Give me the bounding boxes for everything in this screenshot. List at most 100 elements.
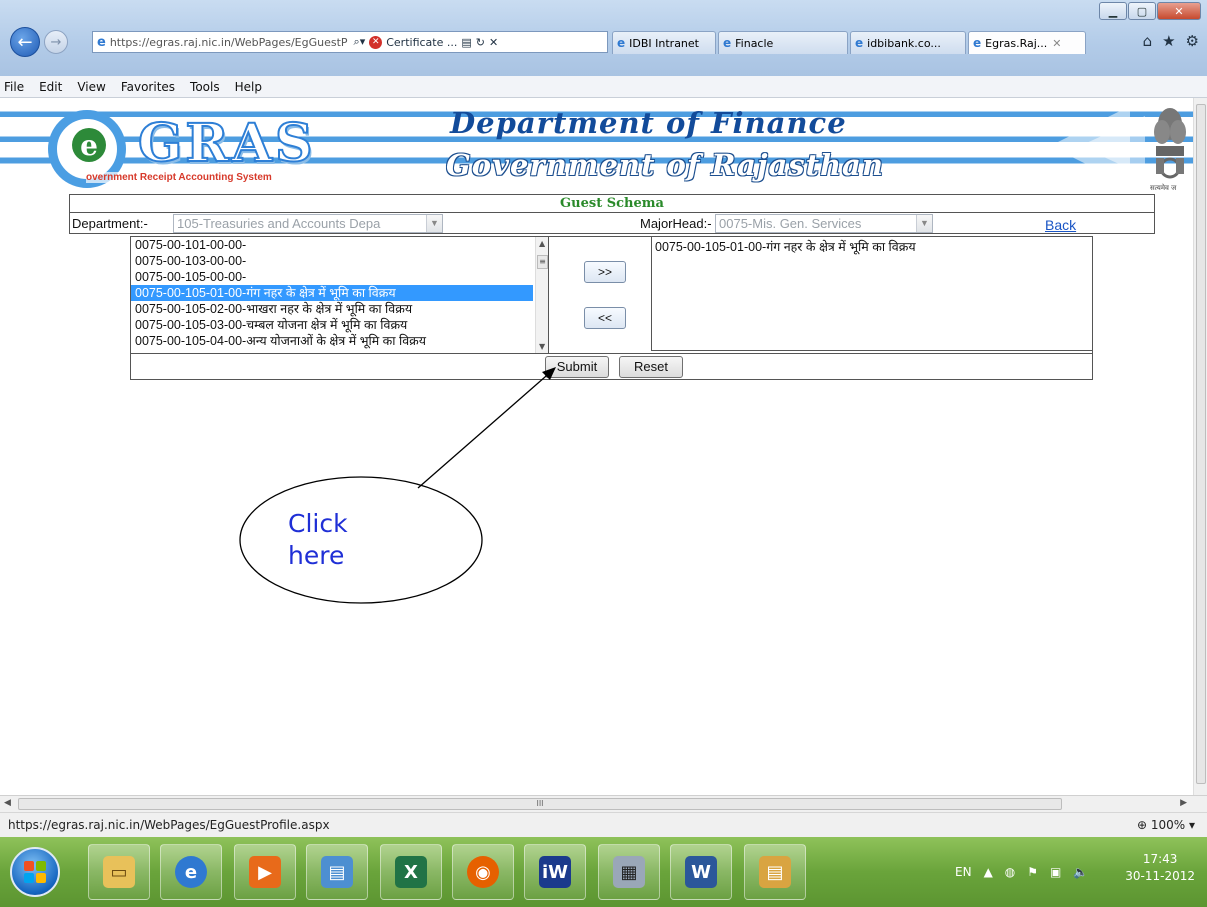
list-item[interactable]: 0075-00-105-01-00-गंग नहर के क्षेत्र में… bbox=[131, 285, 533, 301]
certificate-label[interactable]: Certificate ... bbox=[386, 36, 457, 49]
scroll-down-icon[interactable]: ▼ bbox=[539, 342, 545, 351]
page-horizontal-scrollbar[interactable]: ◀ III ▶ bbox=[0, 795, 1207, 812]
network-icon[interactable]: ▣ bbox=[1050, 865, 1061, 879]
list-item[interactable]: 0075-00-105-00-00- bbox=[131, 269, 533, 285]
available-heads-listbox[interactable]: 0075-00-101-00-00- 0075-00-103-00-00- 0075… bbox=[131, 237, 549, 353]
tab-egras[interactable]: e Egras.Raj... ✕ bbox=[968, 31, 1086, 54]
site-banner: e GRAS overnment Receipt Accounting Syst… bbox=[0, 98, 1193, 194]
folder-icon: ▭ bbox=[103, 856, 135, 888]
address-bar[interactable]: e https://egras.raj.nic.in/WebPages/EgGu… bbox=[92, 31, 608, 53]
listbox-scrollbar[interactable]: ▲ ≡ ▼ bbox=[535, 237, 548, 353]
taskbar-window-2[interactable]: ▤ bbox=[744, 844, 806, 900]
tab-close-icon[interactable]: ✕ bbox=[1052, 37, 1061, 50]
refresh-icon[interactable]: ↻ bbox=[476, 36, 485, 49]
window-controls: ▁ ▢ ✕ bbox=[1098, 2, 1201, 20]
reset-button[interactable]: Reset bbox=[619, 356, 683, 378]
ie-icon: e bbox=[175, 856, 207, 888]
taskbar-excel[interactable]: X bbox=[380, 844, 442, 900]
majorhead-label: MajorHead:- bbox=[640, 216, 712, 231]
status-url: https://egras.raj.nic.in/WebPages/EgGues… bbox=[8, 818, 330, 832]
chevron-up-icon[interactable]: ▲ bbox=[984, 865, 993, 879]
network-app-icon[interactable]: ◍ bbox=[1005, 865, 1015, 879]
home-icon[interactable]: ⌂ bbox=[1143, 32, 1153, 50]
tab-idbibank[interactable]: e idbibank.co... bbox=[850, 31, 966, 54]
list-item[interactable]: 0075-00-101-00-00- bbox=[131, 237, 533, 253]
system-clock[interactable]: 17:43 30-11-2012 bbox=[1125, 851, 1195, 885]
guest-schema-form: Guest Schema Department:- 105-Treasuries… bbox=[69, 194, 1155, 234]
back-arrow-icon[interactable]: ← bbox=[10, 27, 40, 57]
scroll-left-icon[interactable]: ◀ bbox=[4, 798, 11, 808]
browser-chrome: ▁ ▢ ✕ ← → e https://egras.raj.nic.in/Web… bbox=[0, 0, 1207, 76]
list-item[interactable]: 0075-00-105-03-00-चम्बल योजना क्षेत्र मे… bbox=[131, 317, 533, 333]
egras-logo-text: GRAS bbox=[137, 113, 316, 174]
taskbar-internet-explorer[interactable]: e bbox=[160, 844, 222, 900]
callout-arrow-line bbox=[417, 369, 554, 489]
department-title: Department of Finance bbox=[450, 106, 847, 140]
menu-help[interactable]: Help bbox=[235, 80, 262, 94]
submit-button[interactable]: Submit bbox=[545, 356, 609, 378]
egras-logo-e-icon: e bbox=[72, 128, 106, 162]
list-item[interactable]: 0075-00-103-00-00- bbox=[131, 253, 533, 269]
taskbar-explorer[interactable]: ▭ bbox=[88, 844, 150, 900]
scrollbar-thumb[interactable]: ≡ bbox=[537, 255, 548, 269]
tab-idbi-intranet[interactable]: e IDBI Intranet bbox=[612, 31, 716, 54]
ie-tab-icon: e bbox=[855, 36, 864, 50]
schema-title: Guest Schema bbox=[560, 196, 664, 211]
chevron-down-icon: ▼ bbox=[916, 215, 932, 232]
taskbar-calculator[interactable]: ▦ bbox=[598, 844, 660, 900]
zoom-level[interactable]: ⊕ 100% ▾ bbox=[1137, 818, 1195, 832]
language-indicator[interactable]: EN bbox=[955, 865, 972, 879]
selected-head-item[interactable]: 0075-00-105-01-00-गंग नहर के क्षेत्र में… bbox=[655, 238, 1089, 255]
menu-edit[interactable]: Edit bbox=[39, 80, 62, 94]
start-button[interactable] bbox=[10, 847, 60, 897]
favorites-star-icon[interactable]: ★ bbox=[1162, 32, 1175, 50]
chevron-down-icon: ▼ bbox=[426, 215, 442, 232]
tab-finacle[interactable]: e Finacle bbox=[718, 31, 848, 54]
list-item[interactable]: 0075-00-105-04-00-अन्य योजनाओं के क्षेत्… bbox=[131, 333, 533, 349]
taskbar-firefox[interactable]: ◉ bbox=[452, 844, 514, 900]
windows-taskbar: ▭ e ▶ ▤ X ◉ iW ▦ W ▤ EN ▲ ◍ ⚑ ▣ 🔈 17:43 … bbox=[0, 837, 1207, 907]
certificate-error-icon[interactable]: ✕ bbox=[369, 35, 383, 49]
list-item[interactable]: 0075-00-105-02-00-भाखरा नहर के क्षेत्र म… bbox=[131, 301, 533, 317]
menu-view[interactable]: View bbox=[77, 80, 105, 94]
back-link[interactable]: Back bbox=[1045, 217, 1076, 233]
search-icon[interactable]: ⌕▾ bbox=[354, 35, 366, 49]
taskbar-iw-app[interactable]: iW bbox=[524, 844, 586, 900]
flag-icon[interactable]: ⚑ bbox=[1027, 865, 1038, 879]
taskbar-app-window[interactable]: ▤ bbox=[306, 844, 368, 900]
page-vertical-scrollbar[interactable] bbox=[1193, 98, 1207, 795]
stop-icon[interactable]: ✕ bbox=[489, 36, 498, 49]
scroll-up-icon[interactable]: ▲ bbox=[539, 239, 545, 248]
minimize-button[interactable]: ▁ bbox=[1099, 2, 1127, 20]
taskbar-word[interactable]: W bbox=[670, 844, 732, 900]
menu-file[interactable]: File bbox=[4, 80, 24, 94]
selected-heads-listbox[interactable]: 0075-00-105-01-00-गंग नहर के क्षेत्र में… bbox=[651, 237, 1092, 351]
remove-selected-button[interactable]: << bbox=[584, 307, 626, 329]
iw-app-icon: iW bbox=[539, 856, 571, 888]
page-content: e GRAS overnment Receipt Accounting Syst… bbox=[0, 98, 1193, 795]
page-scrollbar-thumb[interactable] bbox=[1196, 104, 1206, 784]
ie-tab-icon: e bbox=[617, 36, 626, 50]
taskbar-media-player[interactable]: ▶ bbox=[234, 844, 296, 900]
majorhead-select[interactable]: 0075-Mis. Gen. Services ▼ bbox=[715, 214, 933, 233]
calculator-icon: ▦ bbox=[613, 856, 645, 888]
banner-arrow-decoration bbox=[1050, 106, 1145, 186]
department-select[interactable]: 105-Treasuries and Accounts Depa ▼ bbox=[173, 214, 443, 233]
window-icon: ▤ bbox=[759, 856, 791, 888]
forward-arrow-icon[interactable]: → bbox=[44, 30, 68, 54]
close-window-button[interactable]: ✕ bbox=[1157, 2, 1201, 20]
menu-favorites[interactable]: Favorites bbox=[121, 80, 175, 94]
speaker-icon[interactable]: 🔈 bbox=[1073, 865, 1088, 879]
add-selected-button[interactable]: >> bbox=[584, 261, 626, 283]
menu-tools[interactable]: Tools bbox=[190, 80, 220, 94]
horizontal-scrollbar-thumb[interactable]: III bbox=[18, 798, 1062, 810]
head-selection-panel: 0075-00-101-00-00- 0075-00-103-00-00- 0075… bbox=[130, 236, 1093, 380]
scroll-right-icon[interactable]: ▶ bbox=[1180, 798, 1187, 808]
compat-icon[interactable]: ▤ bbox=[461, 36, 471, 49]
gear-icon[interactable]: ⚙ bbox=[1186, 32, 1199, 50]
form-actions: Submit Reset bbox=[131, 353, 1092, 379]
ie-page-icon: e bbox=[97, 34, 106, 50]
ie-tab-icon: e bbox=[973, 36, 982, 50]
window-icon: ▤ bbox=[321, 856, 353, 888]
maximize-button[interactable]: ▢ bbox=[1128, 2, 1156, 20]
